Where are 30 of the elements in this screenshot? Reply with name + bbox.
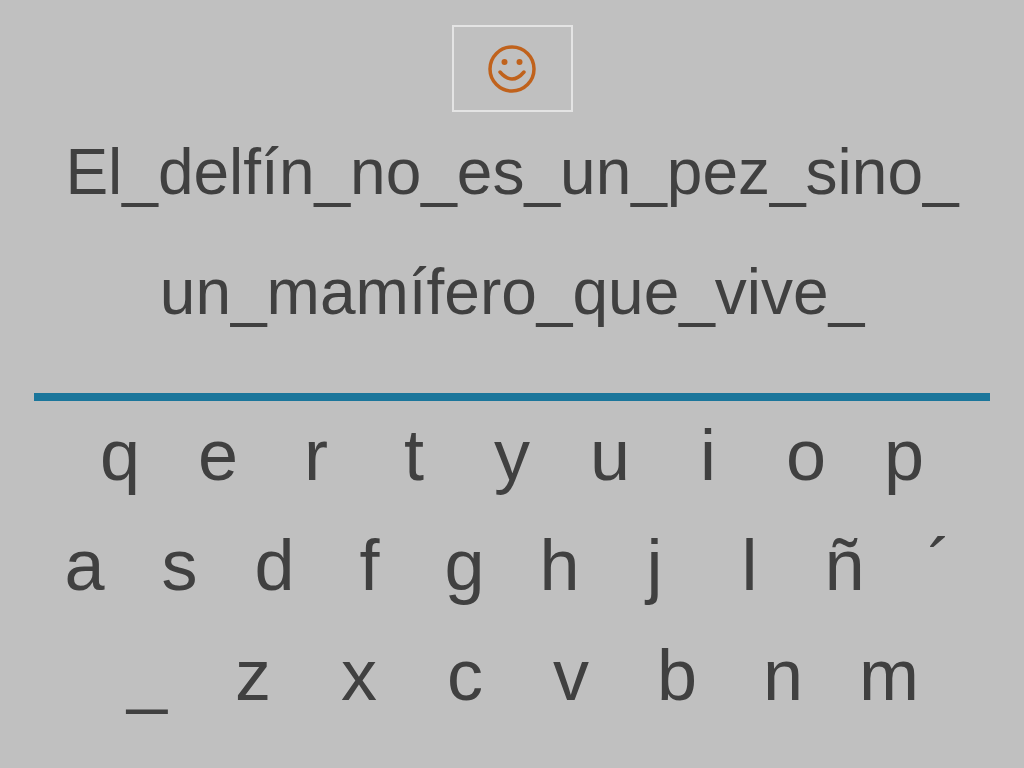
smiley-icon — [487, 43, 537, 94]
letter-key[interactable]: x — [341, 636, 377, 716]
letter-key[interactable]: b — [656, 636, 697, 716]
letter-key[interactable]: o — [785, 416, 826, 496]
letter-key[interactable]: t — [404, 416, 424, 496]
letter-key[interactable]: c — [447, 636, 483, 716]
letter-key[interactable]: p — [883, 416, 924, 496]
letter-key[interactable]: ´ — [927, 526, 952, 606]
letter-key[interactable]: d — [254, 526, 295, 606]
letter-key[interactable]: h — [539, 526, 580, 606]
letter-key[interactable]: z — [235, 636, 271, 716]
letter-key[interactable]: j — [646, 526, 663, 606]
sentence-text: El_delfín_no_es_un_pez_sino_ — [65, 135, 959, 209]
letter-key[interactable]: r — [304, 416, 328, 496]
letter-key[interactable]: u — [589, 416, 630, 496]
letter-key[interactable]: e — [197, 416, 238, 496]
letter-key[interactable]: v — [553, 636, 589, 716]
letter-key[interactable]: ñ — [824, 526, 865, 606]
letter-key[interactable]: y — [494, 416, 530, 496]
letter-key[interactable]: m — [859, 636, 919, 716]
letter-key[interactable]: n — [762, 636, 803, 716]
letter-key[interactable]: _ — [126, 636, 167, 716]
letter-key[interactable]: s — [161, 526, 198, 606]
sentence-text: un_mamífero_que_vive_ — [159, 255, 865, 329]
letter-key[interactable]: q — [99, 416, 140, 496]
letter-key[interactable]: i — [700, 416, 716, 496]
letter-key[interactable]: l — [741, 526, 758, 606]
letter-key[interactable]: f — [359, 526, 380, 606]
letter-key[interactable]: g — [444, 526, 485, 606]
letter-key[interactable]: a — [64, 526, 105, 606]
